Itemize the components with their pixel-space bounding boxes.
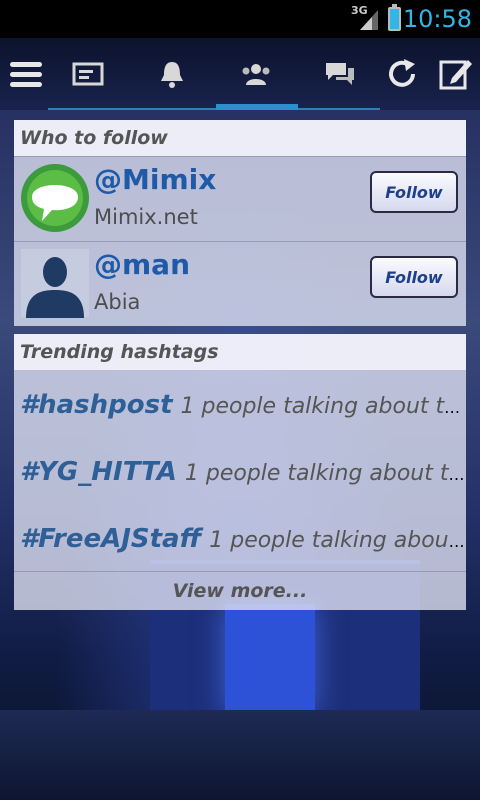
status-bar: 3G 10:58 — [0, 0, 480, 38]
default-avatar — [21, 249, 89, 318]
menu-icon[interactable] — [4, 52, 48, 96]
hashtag-activity: 1 people talking about this — [180, 394, 466, 419]
ground — [0, 710, 480, 800]
trending-hashtags-header: Trending hashtags — [14, 334, 466, 370]
news-feed-icon[interactable] — [66, 52, 110, 96]
mimix-avatar — [21, 164, 89, 232]
notifications-icon[interactable] — [150, 52, 194, 96]
signal-icon — [360, 10, 378, 30]
view-more-link[interactable]: View more... — [14, 571, 466, 610]
messages-icon[interactable] — [318, 52, 362, 96]
follow-button[interactable]: Follow — [370, 256, 458, 298]
compose-icon[interactable] — [434, 52, 478, 96]
hashtag-link[interactable]: #YG_HITTA — [20, 457, 177, 487]
hashtag-activity: 1 people talking about this — [184, 461, 466, 486]
follow-suggestion-row[interactable]: @Mimix Mimix.net Follow — [14, 156, 466, 241]
user-handle[interactable]: @Mimix — [94, 163, 216, 196]
follow-suggestion-row[interactable]: @man Abia Follow — [14, 241, 466, 326]
user-name: Abia — [94, 290, 141, 314]
tab-indicator-line — [298, 108, 380, 110]
who-to-follow-panel: Who to follow @Mimix Mimix.net Follow @m… — [14, 120, 466, 326]
hashtag-row[interactable]: #FreeAJStaff 1 people talking about this — [14, 504, 466, 571]
hashtag-link[interactable]: #hashpost — [20, 390, 173, 420]
refresh-icon[interactable] — [380, 52, 424, 96]
trending-hashtags-panel: Trending hashtags #hashpost 1 people talk… — [14, 334, 466, 610]
battery-icon — [388, 4, 401, 31]
user-name: Mimix.net — [94, 205, 198, 229]
who-to-follow-header: Who to follow — [14, 120, 466, 156]
hashtag-row[interactable]: #YG_HITTA 1 people talking about this — [14, 437, 466, 504]
hashtag-activity: 1 people talking about this — [209, 528, 466, 553]
people-icon[interactable] — [234, 52, 278, 96]
follow-button[interactable]: Follow — [370, 171, 458, 213]
action-bar — [0, 38, 480, 110]
tab-indicator-line — [48, 108, 216, 110]
hashtag-row[interactable]: #hashpost 1 people talking about this — [14, 370, 466, 437]
building-door — [225, 604, 315, 714]
user-handle[interactable]: @man — [94, 248, 190, 281]
tab-indicator-active — [216, 104, 298, 110]
hashtag-link[interactable]: #FreeAJStaff — [20, 524, 201, 554]
clock: 10:58 — [402, 5, 472, 33]
